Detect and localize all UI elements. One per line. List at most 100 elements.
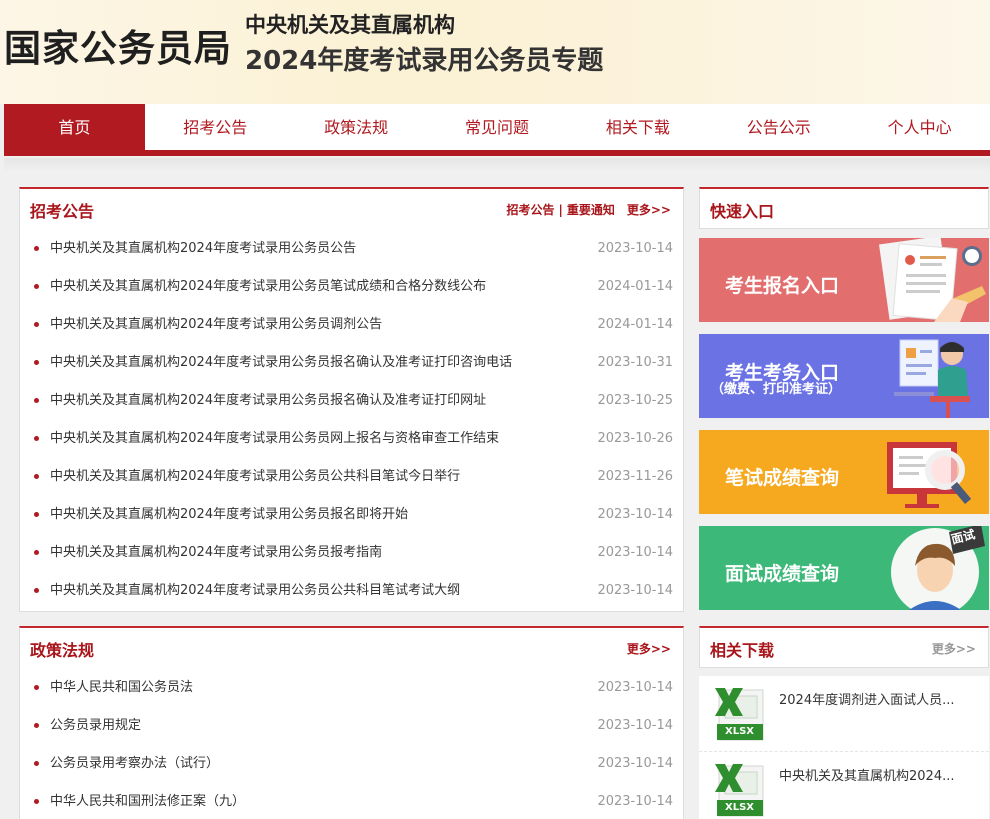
nav-downloads[interactable]: 相关下载 — [567, 104, 708, 150]
downloads-panel: 相关下载 更多>> — [699, 626, 989, 668]
policy-date: 2023-10-14 — [597, 718, 673, 733]
policy-link[interactable]: 公务员录用规定 — [50, 718, 141, 733]
news-link[interactable]: 中央机关及其直属机构2024年度考试录用公务员报名确认及准考证打印网址 — [50, 393, 486, 408]
affairs-entry-sublabel: （缴费、打印准考证） — [711, 382, 842, 397]
computer-user-icon — [894, 339, 970, 418]
news-link[interactable]: 中央机关及其直属机构2024年度考试录用公务员笔试成绩和合格分数线公布 — [50, 279, 486, 294]
news-date: 2023-10-14 — [597, 545, 673, 560]
list-item: 中央机关及其直属机构2024年度考试录用公务员调剂公告 2024-01-14 — [30, 306, 673, 344]
policy-panel: 政策法规 更多>> 中华人民共和国公务员法 2023-10-14 公务员录用规定 2… — [19, 626, 684, 819]
site-header: 国家公务员局 中央机关及其直属机构 2024年度考试录用公务员专题 — [0, 0, 990, 104]
nav-faq[interactable]: 常见问题 — [427, 104, 568, 150]
policy-link[interactable]: 中华人民共和国刑法修正案（九） — [50, 794, 245, 809]
news-link[interactable]: 中央机关及其直属机构2024年度考试录用公务员报名即将开始 — [50, 507, 408, 522]
list-item: 中华人民共和国公务员法 2023-10-14 — [30, 669, 673, 707]
bullet-icon — [34, 685, 39, 690]
list-item: 中央机关及其直属机构2024年度考试录用公务员报名确认及准考证打印网址 2023-… — [30, 382, 673, 420]
download-link[interactable]: 中央机关及其直属机构2024... — [779, 765, 954, 784]
news-link[interactable]: 中央机关及其直属机构2024年度考试录用公务员调剂公告 — [50, 317, 382, 332]
downloads-more-link[interactable]: 更多>> — [932, 642, 976, 656]
news-link[interactable]: 中央机关及其直属机构2024年度考试录用公务员公共科目笔试考试大纲 — [50, 583, 460, 598]
news-link[interactable]: 中央机关及其直属机构2024年度考试录用公务员公告 — [50, 241, 356, 256]
nav-shadow — [4, 158, 990, 172]
register-entry-label: 考生报名入口 — [725, 275, 840, 297]
bullet-icon — [34, 246, 39, 251]
download-link[interactable]: 2024年度调剂进入面试人员... — [779, 689, 954, 708]
news-link[interactable]: 中央机关及其直属机构2024年度考试录用公务员报名确认及准考证打印咨询电话 — [50, 355, 512, 370]
news-link[interactable]: 中央机关及其直属机构2024年度考试录用公务员报考指南 — [50, 545, 382, 560]
bullet-icon — [34, 360, 39, 365]
list-item: 中央机关及其直属机构2024年度考试录用公务员报名即将开始 2023-10-14 — [30, 496, 673, 534]
nav-announcements[interactable]: 公告公示 — [708, 104, 849, 150]
recruit-panel-links: 招考公告 | 重要通知 更多>> — [506, 201, 671, 218]
news-date: 2023-10-14 — [597, 583, 673, 598]
news-date: 2023-10-31 — [597, 355, 673, 370]
xlsx-label: XLSX — [725, 726, 754, 737]
recruit-panel: 招考公告 招考公告 | 重要通知 更多>> 中央机关及其直属机构2024年度考试录用公… — [19, 187, 684, 612]
list-item: 中央机关及其直属机构2024年度考试录用公务员笔试成绩和合格分数线公布 2024-… — [30, 268, 673, 306]
header-subtitle: 中央机关及其直属机构 — [245, 13, 455, 37]
quick-entry-title: 快速入口 — [710, 202, 775, 221]
news-date: 2023-11-26 — [597, 469, 673, 484]
policy-date: 2023-10-14 — [597, 680, 673, 695]
list-item: 公务员录用规定 2023-10-14 — [30, 707, 673, 745]
bullet-icon — [34, 322, 39, 327]
bullet-icon — [34, 761, 39, 766]
news-date: 2023-10-25 — [597, 393, 673, 408]
news-date: 2024-01-14 — [597, 317, 673, 332]
list-item: 中央机关及其直属机构2024年度考试录用公务员网上报名与资格审查工作结束 2023… — [30, 420, 673, 458]
affairs-entry-button[interactable]: 考生考务入口 （缴费、打印准考证） — [699, 334, 989, 418]
interview-score-button[interactable]: 面试成绩查询 面试 — [699, 526, 989, 610]
bullet-icon — [34, 550, 39, 555]
download-item[interactable]: XLSX 2024年度调剂进入面试人员... — [699, 676, 989, 752]
nav-personal-center[interactable]: 个人中心 — [849, 104, 990, 150]
list-item: 中央机关及其直属机构2024年度考试录用公务员公共科目笔试今日举行 2023-11… — [30, 458, 673, 496]
bullet-icon — [34, 588, 39, 593]
bullet-icon — [34, 284, 39, 289]
interview-score-label: 面试成绩查询 — [725, 563, 840, 585]
news-date: 2023-10-14 — [597, 241, 673, 256]
policy-more-link[interactable]: 更多>> — [627, 642, 671, 656]
policy-link[interactable]: 中华人民共和国公务员法 — [50, 680, 193, 695]
list-item: 中央机关及其直属机构2024年度考试录用公务员公告 2023-10-14 — [30, 230, 673, 268]
list-item: 中华人民共和国刑法修正案（九） 2023-10-14 — [30, 783, 673, 819]
written-score-button[interactable]: 笔试成绩查询 — [699, 430, 989, 514]
link-separator: | — [558, 203, 563, 217]
list-item: 公务员录用考察办法（试行） 2023-10-14 — [30, 745, 673, 783]
bullet-icon — [34, 512, 39, 517]
recruit-link-important[interactable]: 重要通知 — [567, 203, 615, 217]
nav-recruit-notices[interactable]: 招考公告 — [145, 104, 286, 150]
list-item: 中央机关及其直属机构2024年度考试录用公务员报名确认及准考证打印咨询电话 202… — [30, 344, 673, 382]
list-item: 中央机关及其直属机构2024年度考试录用公务员公共科目笔试考试大纲 2023-10… — [30, 572, 673, 610]
policy-date: 2023-10-14 — [597, 756, 673, 771]
bullet-icon — [34, 474, 39, 479]
site-logo[interactable]: 国家公务员局 — [4, 18, 232, 72]
nav-home[interactable]: 首页 — [4, 104, 145, 150]
policy-list: 中华人民共和国公务员法 2023-10-14 公务员录用规定 2023-10-14 … — [30, 669, 673, 819]
recruit-link-notices[interactable]: 招考公告 — [506, 203, 554, 217]
policy-panel-title: 政策法规 — [30, 641, 95, 660]
recruit-list: 中央机关及其直属机构2024年度考试录用公务员公告 2023-10-14 中央机关… — [30, 230, 673, 610]
downloads-panel-links: 更多>> — [932, 640, 976, 657]
bullet-icon — [34, 799, 39, 804]
downloads-panel-title: 相关下载 — [710, 641, 775, 660]
register-entry-button[interactable]: 考生报名入口 — [699, 238, 989, 322]
bullet-icon — [34, 436, 39, 441]
news-link[interactable]: 中央机关及其直属机构2024年度考试录用公务员公共科目笔试今日举行 — [50, 469, 460, 484]
policy-date: 2023-10-14 — [597, 794, 673, 809]
policy-link[interactable]: 公务员录用考察办法（试行） — [50, 756, 219, 771]
news-date: 2023-10-26 — [597, 431, 673, 446]
news-link[interactable]: 中央机关及其直属机构2024年度考试录用公务员网上报名与资格审查工作结束 — [50, 431, 499, 446]
bullet-icon — [34, 398, 39, 403]
nav-policy[interactable]: 政策法规 — [286, 104, 427, 150]
quick-entry-panel: 快速入口 — [699, 187, 989, 229]
download-item[interactable]: XLSX 中央机关及其直属机构2024... — [699, 752, 989, 819]
bullet-icon — [34, 723, 39, 728]
score-search-icon — [887, 442, 972, 508]
recruit-panel-title: 招考公告 — [30, 202, 95, 221]
recruit-more-link[interactable]: 更多>> — [627, 203, 671, 217]
policy-panel-links: 更多>> — [627, 640, 671, 657]
news-date: 2023-10-14 — [597, 507, 673, 522]
application-form-icon — [879, 238, 986, 322]
written-score-label: 笔试成绩查询 — [725, 467, 840, 489]
